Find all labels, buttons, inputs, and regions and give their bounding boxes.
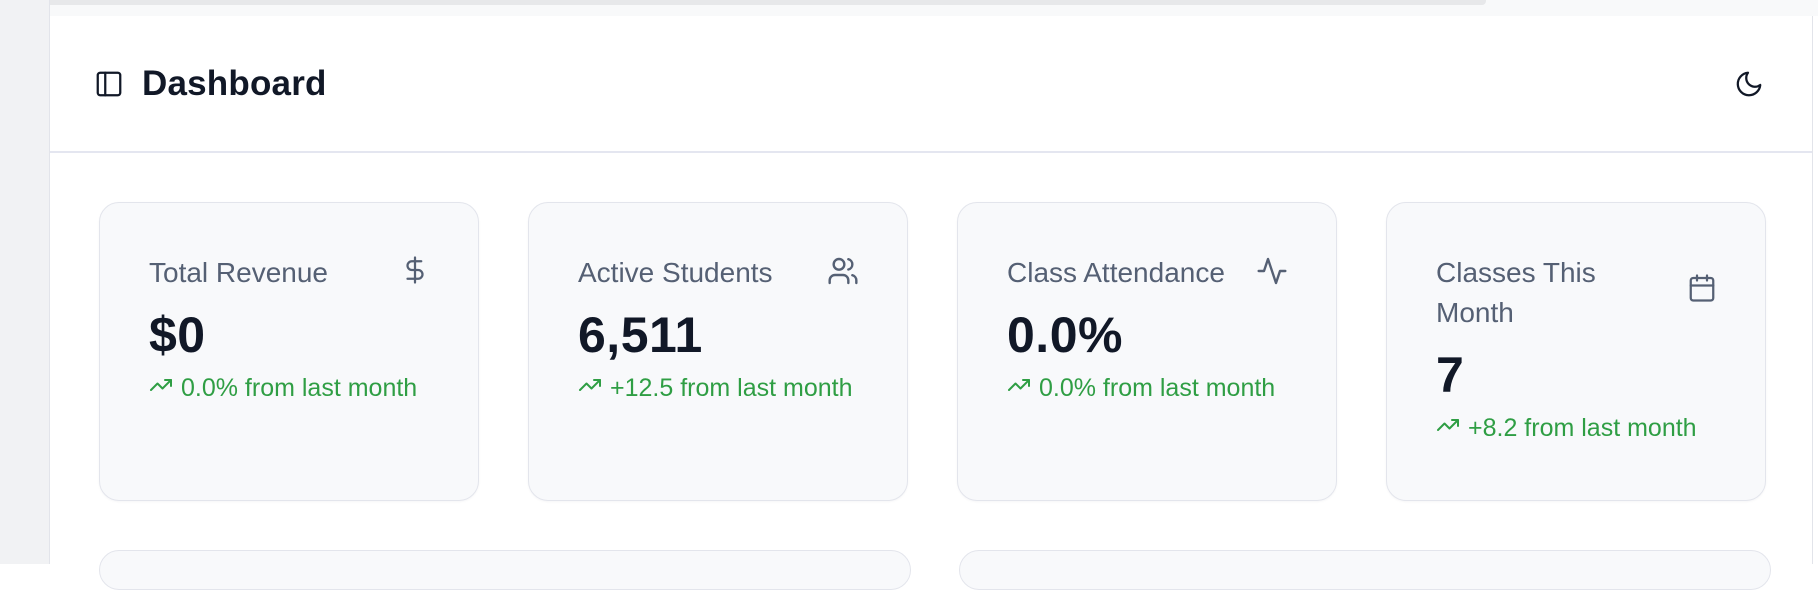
trending-up-icon (1007, 373, 1031, 404)
lower-panels (99, 550, 1771, 590)
trending-up-icon (149, 373, 173, 404)
card-change: 0.0% from last month (1007, 373, 1288, 404)
card-change-text: +8.2 from last month (1468, 414, 1697, 442)
users-icon (827, 255, 859, 292)
horizontal-scrollbar[interactable] (0, 0, 1818, 16)
lower-panel-left (99, 550, 911, 590)
page-title: Dashboard (142, 63, 327, 103)
trending-up-icon (1436, 413, 1460, 444)
card-value: 0.0% (1007, 307, 1123, 363)
sidebar-collapsed (0, 0, 50, 564)
activity-icon (1256, 255, 1288, 292)
scrollbar-thumb[interactable] (0, 0, 1486, 5)
stat-card-total-revenue: Total Revenue $0 0.0% from last month (99, 202, 479, 501)
main-content: Dashboard Total Revenue $0 0.0% from las… (50, 16, 1813, 590)
card-change: 0.0% from last month (149, 373, 430, 404)
moon-icon[interactable] (1734, 69, 1764, 99)
stat-card-class-attendance: Class Attendance 0.0% 0.0% from last mon… (957, 202, 1337, 501)
card-title: Class Attendance (1007, 257, 1225, 288)
card-value: 7 (1436, 347, 1465, 403)
card-change: +8.2 from last month (1436, 413, 1717, 444)
stat-card-classes-this-month: Classes This Month 7 +8.2 from last mont… (1386, 202, 1766, 501)
card-value: 6,511 (578, 307, 703, 363)
lower-panel-right (959, 550, 1771, 590)
card-title: Active Students (578, 257, 773, 288)
sidebar-toggle-icon[interactable] (94, 69, 124, 99)
page-header: Dashboard (50, 16, 1812, 153)
card-change-text: 0.0% from last month (181, 374, 418, 402)
stat-card-active-students: Active Students 6,511 +12.5 from last mo… (528, 202, 908, 501)
card-value: $0 (149, 307, 206, 363)
card-change-text: 0.0% from last month (1039, 374, 1276, 402)
stats-cards: Total Revenue $0 0.0% from last month Ac… (99, 202, 1766, 501)
dollar-icon (400, 255, 430, 290)
card-change: +12.5 from last month (578, 373, 859, 404)
trending-up-icon (578, 373, 602, 404)
card-title: Classes This Month (1436, 257, 1596, 328)
calendar-icon (1687, 273, 1717, 308)
card-change-text: +12.5 from last month (610, 374, 853, 402)
card-title: Total Revenue (149, 257, 329, 288)
